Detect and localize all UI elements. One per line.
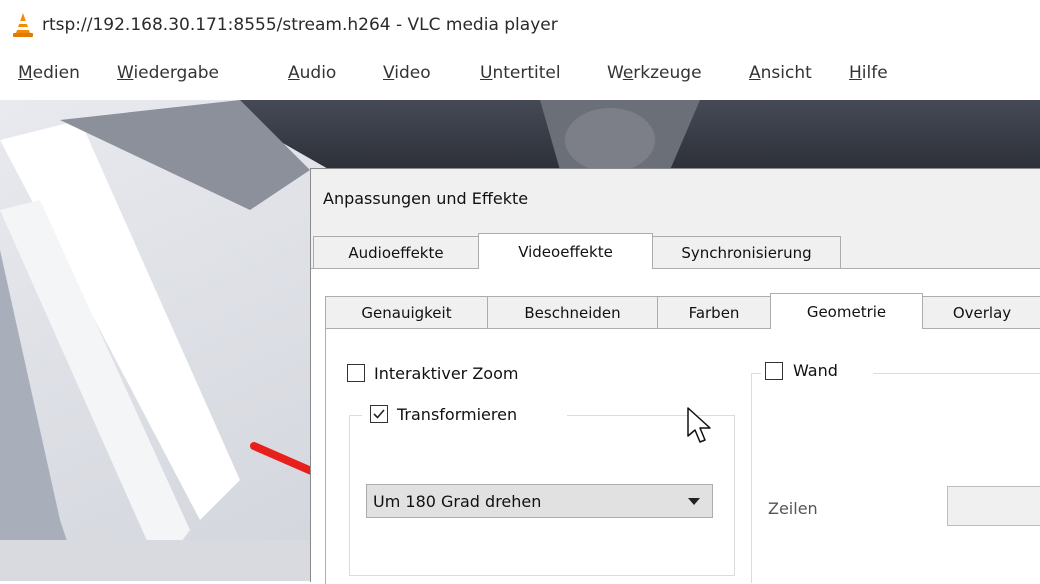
menu-medien[interactable]: Medien: [18, 63, 80, 83]
menu-bar: Medien Wiedergabe Audio Video Untertitel…: [0, 52, 1040, 100]
menu-wiedergabe[interactable]: Wiedergabe: [117, 63, 219, 83]
menu-untertitel[interactable]: Untertitel: [480, 63, 561, 83]
tab-synchronisierung[interactable]: Synchronisierung: [652, 236, 841, 268]
menu-ansicht[interactable]: Ansicht: [749, 63, 812, 83]
dialog-title: Anpassungen und Effekte: [323, 189, 529, 208]
transform-select[interactable]: Um 180 Grad drehen: [366, 484, 713, 518]
tab-audioeffekte[interactable]: Audioeffekte: [313, 236, 479, 268]
mouse-pointer-icon: [687, 407, 711, 443]
tab-geometrie[interactable]: Geometrie: [770, 293, 923, 329]
interactive-zoom-label: Interaktiver Zoom: [374, 364, 519, 383]
wall-groupbox: [751, 373, 1040, 583]
menu-audio[interactable]: Audio: [288, 63, 336, 83]
rows-label: Zeilen: [768, 499, 818, 518]
dropdown-arrow-icon: [688, 498, 700, 505]
menu-video[interactable]: Video: [383, 63, 431, 83]
interactive-zoom-checkbox[interactable]: [347, 364, 365, 382]
wall-checkbox[interactable]: [765, 362, 783, 380]
tab-farben[interactable]: Farben: [657, 296, 771, 328]
rows-spinbox[interactable]: [947, 486, 1040, 526]
wall-label: Wand: [793, 361, 838, 380]
vlc-cone-icon: [13, 13, 33, 37]
tab-beschneiden[interactable]: Beschneiden: [487, 296, 658, 328]
menu-hilfe[interactable]: Hilfe: [849, 63, 888, 83]
window-titlebar: rtsp://192.168.30.171:8555/stream.h264 -…: [0, 0, 1040, 52]
transform-select-value: Um 180 Grad drehen: [373, 491, 542, 511]
transform-checkbox[interactable]: [370, 405, 388, 423]
main-tabbar: Audioeffekte Videoeffekte Synchronisieru…: [311, 233, 1040, 269]
tab-videoeffekte[interactable]: Videoeffekte: [478, 233, 653, 269]
tab-genauigkeit[interactable]: Genauigkeit: [325, 296, 488, 328]
checkmark-icon: [373, 409, 385, 419]
tab-overlay[interactable]: Overlay: [922, 296, 1040, 328]
sub-tabbar: Genauigkeit Beschneiden Farben Geometrie…: [311, 293, 1040, 329]
menu-werkzeuge[interactable]: Werkzeuge: [607, 63, 702, 83]
transform-label: Transformieren: [397, 405, 518, 424]
window-title: rtsp://192.168.30.171:8555/stream.h264 -…: [42, 15, 558, 35]
